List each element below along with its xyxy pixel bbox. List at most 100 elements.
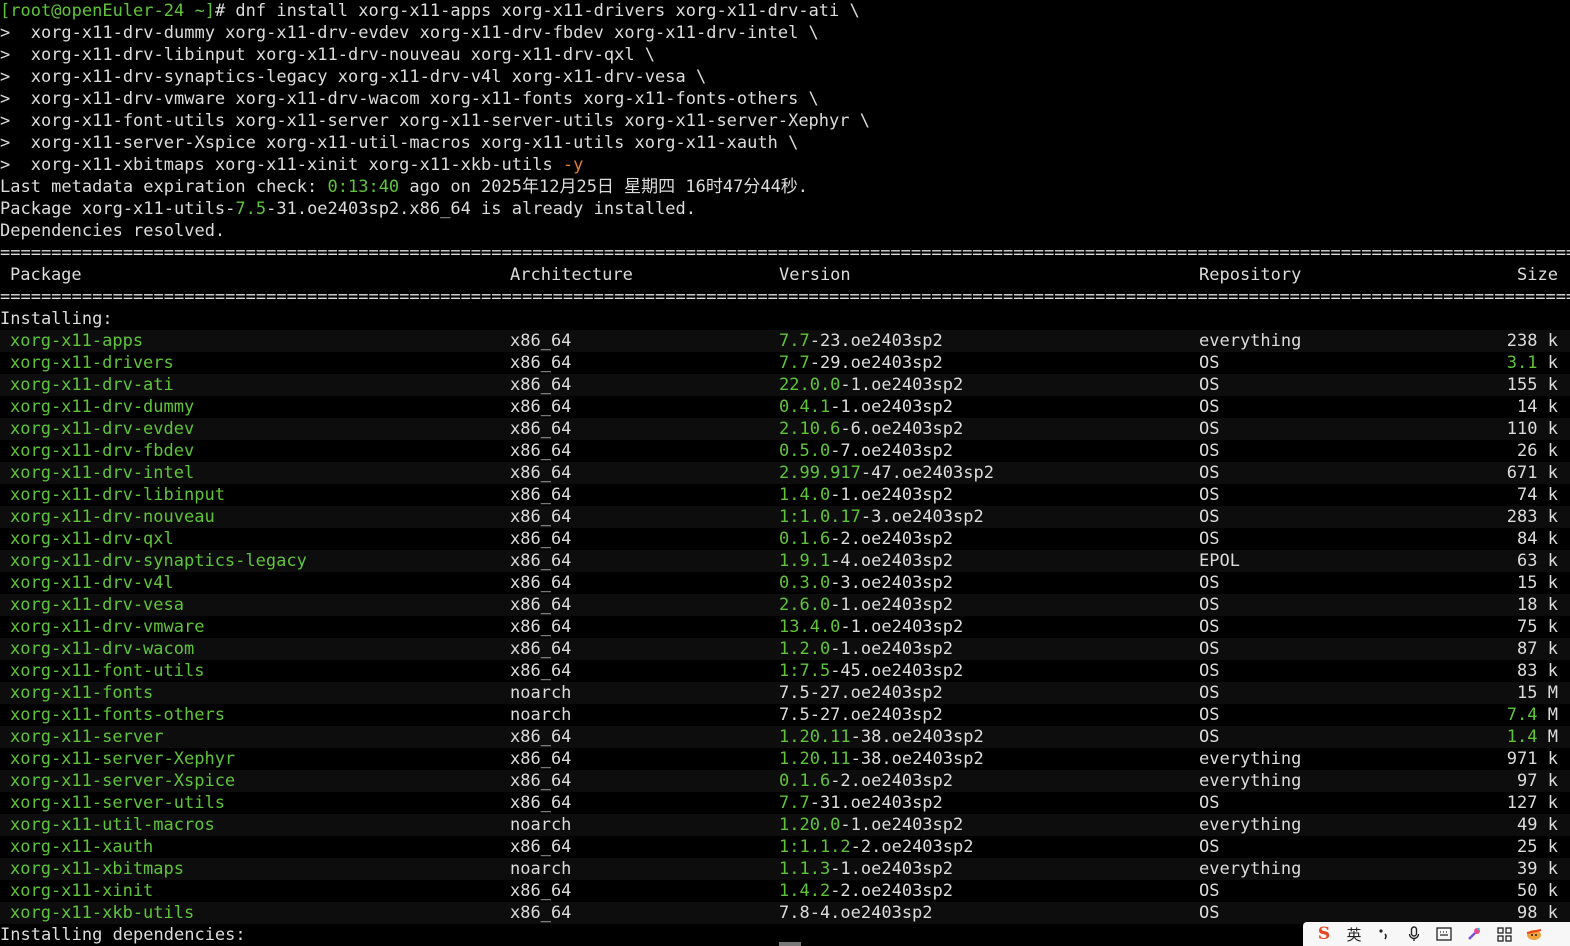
table-row: xorg-x11-drv-qxl x86_64 0.1.6-2.oe2403sp2 O… — [0, 528, 1570, 550]
ime-mode-toggle[interactable]: 英 — [1339, 923, 1369, 945]
version-rest: -38.oe2403sp2 — [850, 727, 984, 747]
package-version: 1.9.1-4.oe2403sp2 — [779, 550, 953, 572]
package-version: 22.0.0-1.oe2403sp2 — [779, 374, 963, 396]
size-unit: M — [1537, 727, 1558, 747]
punctuation-icon[interactable] — [1369, 923, 1399, 945]
table-row: xorg-x11-xauth x86_64 1:1.1.2-2.oe2403sp2 O… — [0, 836, 1570, 858]
toolbox-icon[interactable] — [1489, 923, 1519, 945]
package-version: 1.4.0-1.oe2403sp2 — [779, 484, 953, 506]
ime-logo[interactable]: S — [1309, 923, 1339, 945]
version-rest: -31.oe2403sp2 — [809, 793, 943, 813]
version-highlight: 1.20.0 — [779, 815, 841, 835]
package-version: 0.1.6-2.oe2403sp2 — [779, 528, 953, 550]
installed-version: 7.5 — [235, 199, 267, 219]
microphone-icon[interactable] — [1399, 923, 1429, 945]
package-version: 0.5.0-7.oe2403sp2 — [779, 440, 953, 462]
metadata-elapsed: 0:13:40 — [327, 177, 400, 197]
package-name: xorg-x11-xauth — [10, 837, 154, 857]
size-unit: k — [1537, 595, 1558, 615]
package-repo: OS — [1199, 793, 1220, 813]
package-version: 2.10.6-6.oe2403sp2 — [779, 418, 963, 440]
package-arch: x86_64 — [510, 837, 572, 857]
table-row: xorg-x11-drv-nouveau x86_64 1:1.0.17-3.oe2… — [0, 506, 1570, 528]
package-name: xorg-x11-drv-vmware — [10, 617, 205, 637]
package-size: 84 k — [1517, 528, 1558, 550]
keyboard-icon[interactable] — [1429, 923, 1459, 945]
table-row: xorg-x11-server-Xephyr x86_64 1.20.11-38.o… — [0, 748, 1570, 770]
size-unit: k — [1537, 419, 1558, 439]
package-repo: OS — [1199, 353, 1220, 373]
size-unit: k — [1537, 573, 1558, 593]
skin-icon[interactable] — [1459, 923, 1489, 945]
package-name: xorg-x11-drv-evdev — [10, 419, 195, 439]
size-unit: k — [1537, 661, 1558, 681]
package-repo: OS — [1199, 881, 1220, 901]
ime-status-bar[interactable]: S 英 — [1303, 922, 1570, 946]
package-size: 7.4 M — [1507, 704, 1558, 726]
size-number: 74 — [1517, 485, 1538, 505]
size-number: 1.4 — [1506, 727, 1538, 747]
version-highlight: 1:1.0.17 — [779, 507, 861, 527]
package-version: 13.4.0-1.oe2403sp2 — [779, 616, 963, 638]
package-name: xorg-x11-fonts-others — [10, 705, 225, 725]
package-arch: x86_64 — [510, 331, 572, 351]
installing-label: Installing: — [0, 309, 113, 329]
version-rest: -1.oe2403sp2 — [830, 859, 954, 879]
table-row: xorg-x11-drv-vesa x86_64 2.6.0-1.oe2403sp2… — [0, 594, 1570, 616]
version-highlight: 7.7 — [779, 793, 810, 813]
package-name: xorg-x11-drv-synaptics-legacy — [10, 551, 307, 571]
terminal-window[interactable]: [root@openEuler-24 ~]# dnf install xorg-… — [0, 0, 1570, 946]
package-name: xorg-x11-server-utils — [10, 793, 225, 813]
package-version: 1:1.0.17-3.oe2403sp2 — [779, 506, 984, 528]
package-size: 127 k — [1507, 792, 1558, 814]
size-unit: k — [1537, 353, 1558, 373]
package-version: 1.20.0-1.oe2403sp2 — [779, 814, 963, 836]
package-arch: x86_64 — [510, 551, 572, 571]
size-unit: k — [1537, 463, 1558, 483]
package-version: 1.20.11-38.oe2403sp2 — [779, 748, 984, 770]
package-arch: x86_64 — [510, 375, 572, 395]
resolved-line: Dependencies resolved. — [0, 221, 226, 241]
package-repo: OS — [1199, 837, 1220, 857]
package-arch: x86_64 — [510, 771, 572, 791]
package-version: 7.5-27.oe2403sp2 — [779, 682, 943, 704]
table-row: xorg-x11-drv-wacom x86_64 1.2.0-1.oe2403sp… — [0, 638, 1570, 660]
command-flag: -y — [562, 155, 584, 175]
package-arch: x86_64 — [510, 419, 572, 439]
size-number: 18 — [1517, 595, 1538, 615]
version-highlight: 0.3.0 — [779, 573, 831, 593]
table-row: xorg-x11-drivers x86_64 7.7-29.oe2403sp2 OS… — [0, 352, 1570, 374]
version-rest: -29.oe2403sp2 — [809, 353, 943, 373]
package-size: 3.1 k — [1507, 352, 1558, 374]
command-text: dnf install xorg-x11-apps xorg-x11-drive… — [225, 1, 860, 21]
package-repo: everything — [1199, 331, 1302, 351]
package-arch: x86_64 — [510, 463, 572, 483]
size-number: 39 — [1517, 859, 1538, 879]
size-unit: k — [1537, 903, 1558, 923]
package-version: 1.1.3-1.oe2403sp2 — [779, 858, 953, 880]
installed-prefix: Package xorg-x11-utils- — [0, 199, 236, 219]
table-row: xorg-x11-drv-synaptics-legacy x86_64 1.9.1… — [0, 550, 1570, 572]
package-name: xorg-x11-drv-qxl — [10, 529, 174, 549]
mascot-icon[interactable] — [1519, 923, 1549, 945]
size-unit: k — [1537, 529, 1558, 549]
package-version: 7.7-31.oe2403sp2 — [779, 792, 943, 814]
size-number: 25 — [1517, 837, 1538, 857]
package-repo: everything — [1199, 815, 1302, 835]
package-size: 25 k — [1517, 836, 1558, 858]
version-rest: -6.oe2403sp2 — [840, 419, 964, 439]
package-size: 50 k — [1517, 880, 1558, 902]
table-row: xorg-x11-server-Xspice x86_64 0.1.6-2.oe24… — [0, 770, 1570, 792]
package-name: xorg-x11-server-Xspice — [10, 771, 236, 791]
separator-line: ========================================… — [0, 287, 1570, 307]
version-rest: -1.oe2403sp2 — [840, 815, 964, 835]
package-name: xorg-x11-apps — [10, 331, 144, 351]
package-repo: OS — [1199, 441, 1220, 461]
package-version: 0.1.6-2.oe2403sp2 — [779, 770, 953, 792]
package-size: 14 k — [1517, 396, 1558, 418]
version-highlight: 2.99.917 — [779, 463, 861, 483]
package-repo: OS — [1199, 727, 1220, 747]
table-row: xorg-x11-server x86_64 1.20.11-38.oe2403sp… — [0, 726, 1570, 748]
version-rest: -1.oe2403sp2 — [830, 595, 954, 615]
package-repo: OS — [1199, 573, 1220, 593]
